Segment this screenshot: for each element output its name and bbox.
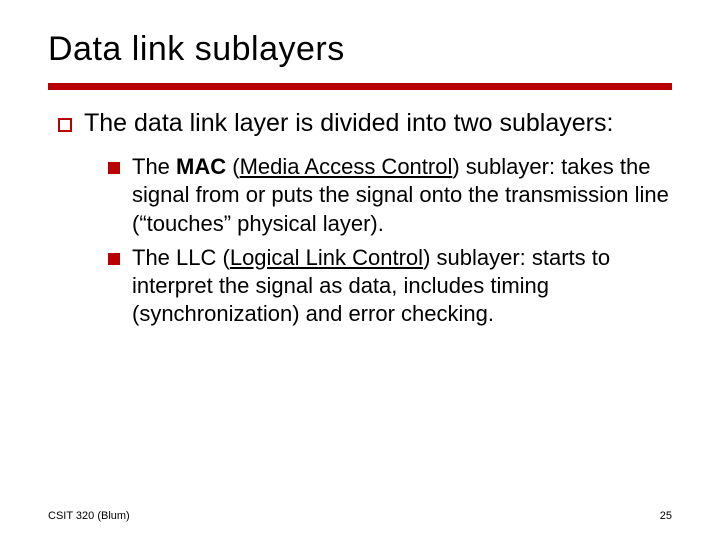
page-number: 25	[660, 510, 672, 522]
footer-left: CSIT 320 (Blum)	[48, 510, 130, 522]
text-fragment: (	[223, 245, 230, 270]
bullet-level2-llc: The LLC (Logical Link Control) sublayer:…	[108, 244, 672, 328]
bullet-open-square-icon	[58, 118, 72, 132]
bullet-level1: The data link layer is divided into two …	[58, 108, 672, 139]
text-fragment: The	[132, 154, 176, 179]
slide-title: Data link sublayers	[48, 30, 672, 83]
bullet-level2-mac-text: The MAC (Media Access Control) sublayer:…	[132, 153, 672, 237]
slide: Data link sublayers The data link layer …	[0, 0, 720, 540]
text-underline: Logical Link Control	[230, 245, 423, 270]
bullet-level2-mac: The MAC (Media Access Control) sublayer:…	[108, 153, 672, 237]
text-fragment: The LLC	[132, 245, 223, 270]
bullet-filled-square-icon	[108, 253, 120, 265]
text-fragment: )	[452, 154, 459, 179]
text-underline: Media Access Control	[240, 154, 453, 179]
footer: CSIT 320 (Blum) 25	[48, 510, 672, 522]
bullet-level2-llc-text: The LLC (Logical Link Control) sublayer:…	[132, 244, 672, 328]
title-rule	[48, 83, 672, 90]
bullet-filled-square-icon	[108, 162, 120, 174]
text-bold: MAC	[176, 154, 226, 179]
text-fragment: (	[232, 154, 239, 179]
bullet-level1-text: The data link layer is divided into two …	[84, 108, 613, 139]
